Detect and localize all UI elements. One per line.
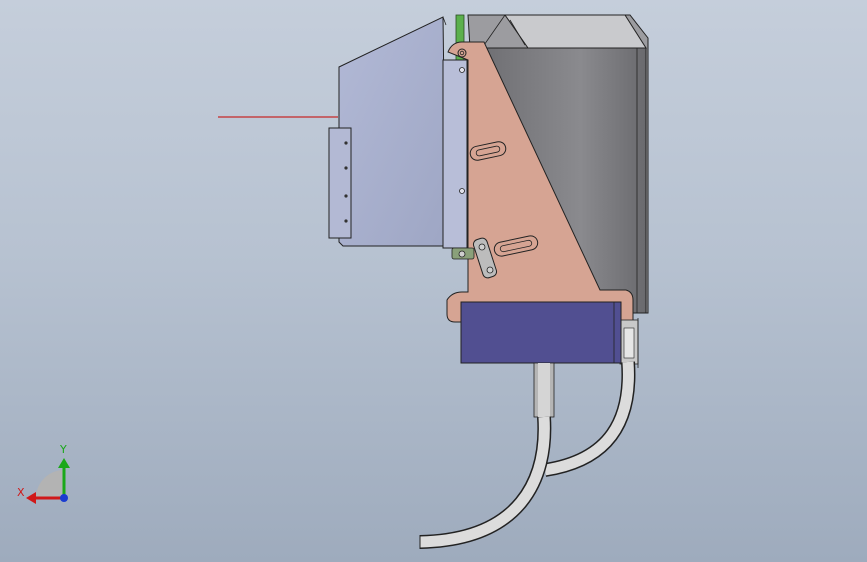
cover-side-strip	[442, 59, 468, 249]
cable-gland	[533, 362, 555, 418]
side-connector	[619, 318, 639, 368]
sensor-body[interactable]	[460, 301, 622, 364]
rail-clamp	[451, 247, 475, 260]
cover-plate[interactable]	[328, 16, 468, 249]
y-axis-label: Y	[60, 443, 67, 456]
assembly-model[interactable]	[0, 0, 867, 562]
z-axis-dot	[60, 494, 68, 502]
cover-left-tab	[328, 127, 352, 239]
coordinate-triad	[26, 458, 70, 504]
cad-viewport[interactable]: Y X	[0, 0, 867, 562]
x-axis-label: X	[17, 486, 25, 499]
cable-primary	[419, 416, 552, 549]
bolt-hole	[457, 48, 467, 58]
